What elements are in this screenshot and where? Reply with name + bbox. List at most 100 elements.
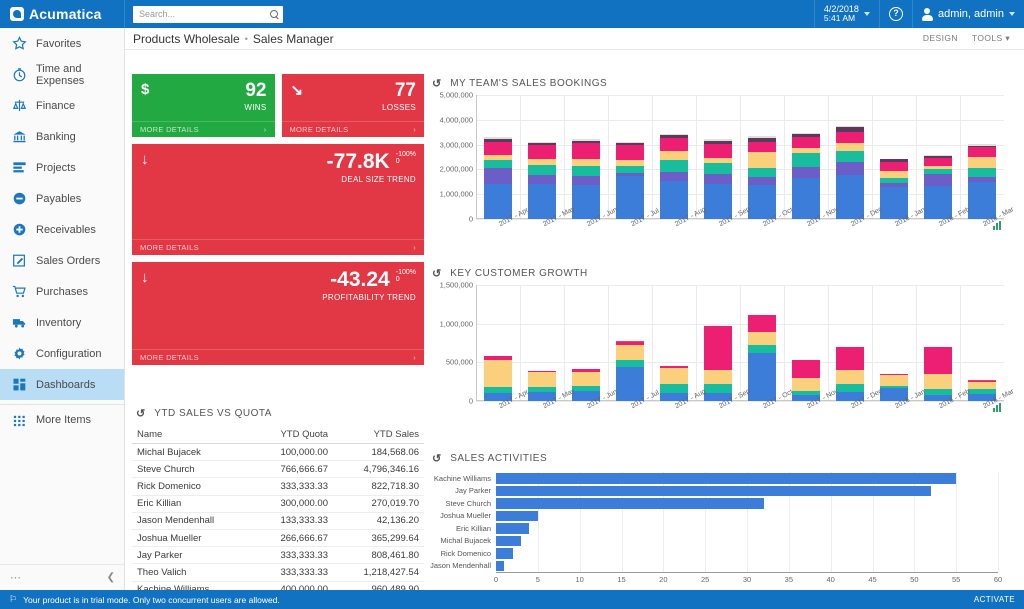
bar-segment[interactable] xyxy=(880,171,908,178)
bar-segment[interactable] xyxy=(748,168,776,176)
kpi-more-details[interactable]: MORE DETAILS › xyxy=(282,121,425,137)
bar-segment[interactable] xyxy=(792,178,820,219)
bar-segment[interactable] xyxy=(748,177,776,185)
bar-segment[interactable] xyxy=(572,159,600,166)
sidebar-item-time-and-expenses[interactable]: Time and Expenses xyxy=(0,59,124,90)
stacked-bar[interactable] xyxy=(528,142,556,219)
stacked-bar[interactable] xyxy=(616,341,644,401)
bar-segment[interactable] xyxy=(616,367,644,401)
stacked-bar[interactable] xyxy=(836,126,864,219)
stacked-bar[interactable] xyxy=(880,159,908,220)
bar-segment[interactable] xyxy=(660,368,688,385)
stacked-bar[interactable] xyxy=(572,369,600,401)
bar-segment[interactable] xyxy=(924,374,952,389)
bar-segment[interactable] xyxy=(836,132,864,144)
bar[interactable] xyxy=(496,498,764,509)
bar-segment[interactable] xyxy=(748,345,776,353)
bar-segment[interactable] xyxy=(484,160,512,168)
stacked-bar[interactable] xyxy=(792,132,820,219)
bar-segment[interactable] xyxy=(484,360,512,387)
bar-segment[interactable] xyxy=(616,145,644,160)
bar-segment[interactable] xyxy=(792,137,820,147)
bar-segment[interactable] xyxy=(748,185,776,219)
bar[interactable] xyxy=(496,548,513,559)
bar[interactable] xyxy=(496,523,529,534)
sidebar-item-dashboards[interactable]: Dashboards xyxy=(0,369,124,400)
bar-segment[interactable] xyxy=(704,370,732,384)
bar-segment[interactable] xyxy=(924,347,952,374)
refresh-icon[interactable]: ↻ xyxy=(432,452,441,465)
bar-segment[interactable] xyxy=(616,166,644,173)
bar-segment[interactable] xyxy=(660,151,688,159)
bar-segment[interactable] xyxy=(528,145,556,159)
bar-segment[interactable] xyxy=(572,143,600,159)
stacked-bar[interactable] xyxy=(484,356,512,401)
bar-segment[interactable] xyxy=(968,168,996,176)
table-row[interactable]: Jason Mendenhall133,333.3342,136.20 xyxy=(132,512,424,529)
stacked-bar[interactable] xyxy=(968,144,996,219)
bar-segment[interactable] xyxy=(660,172,688,181)
breadcrumb-current[interactable]: Sales Manager xyxy=(253,32,334,46)
bar-segment[interactable] xyxy=(572,166,600,176)
chevron-down-icon[interactable] xyxy=(1009,12,1015,16)
bar-segment[interactable] xyxy=(704,144,732,158)
sidebar-item-configuration[interactable]: Configuration xyxy=(0,338,124,369)
stacked-bar[interactable] xyxy=(836,347,864,401)
bar-segment[interactable] xyxy=(968,182,996,219)
stacked-bar[interactable] xyxy=(748,136,776,219)
sidebar-item-purchases[interactable]: Purchases xyxy=(0,276,124,307)
bar-segment[interactable] xyxy=(836,370,864,384)
kpi-tile-deal-size-trend[interactable]: ↓ -77.8K -100% 0 DEAL SIZE TREND MORE DE… xyxy=(132,144,424,255)
bar-segment[interactable] xyxy=(572,176,600,185)
sidebar-item-projects[interactable]: Projects xyxy=(0,152,124,183)
sidebar-item-inventory[interactable]: Inventory xyxy=(0,307,124,338)
bar[interactable] xyxy=(496,561,504,572)
chart-type-icon[interactable] xyxy=(993,221,1002,230)
table-row[interactable]: Theo Valich333,333.331,218,427.54 xyxy=(132,564,424,581)
kpi-more-details[interactable]: MORE DETAILS › xyxy=(132,239,424,255)
bar-segment[interactable] xyxy=(484,142,512,155)
bar[interactable] xyxy=(496,511,538,522)
bar[interactable] xyxy=(496,473,956,484)
bar-segment[interactable] xyxy=(968,382,996,389)
column-header[interactable]: YTD Quota xyxy=(253,426,333,444)
chart-plot-area[interactable]: 0500,0001,000,0001,500,0002017 - Apr2017… xyxy=(476,285,1004,401)
bar-segment[interactable] xyxy=(704,163,732,174)
bar-segment[interactable] xyxy=(704,174,732,185)
sidebar-item-favorites[interactable]: Favorites xyxy=(0,28,124,59)
table-row[interactable]: Michal Bujacek100,000.00184,568.06 xyxy=(132,444,424,461)
bar-segment[interactable] xyxy=(616,360,644,368)
bar-segment[interactable] xyxy=(924,174,952,186)
bar-segment[interactable] xyxy=(748,142,776,152)
stacked-bar[interactable] xyxy=(572,139,600,219)
bar-segment[interactable] xyxy=(572,185,600,219)
bar[interactable] xyxy=(496,536,521,547)
bar-segment[interactable] xyxy=(704,326,732,370)
bar-segment[interactable] xyxy=(836,175,864,219)
bar-segment[interactable] xyxy=(704,184,732,219)
bar-segment[interactable] xyxy=(704,384,732,393)
bar-segment[interactable] xyxy=(792,153,820,167)
chart-plot-area[interactable]: Kachine WilliamsJay ParkerSteve ChurchJo… xyxy=(428,472,998,586)
search-icon[interactable] xyxy=(270,10,279,19)
bar-segment[interactable] xyxy=(836,151,864,162)
bar-segment[interactable] xyxy=(748,315,776,332)
table-row[interactable]: Eric Killian300,000.00270,019.70 xyxy=(132,495,424,512)
table-row[interactable]: Rick Domenico333,333.33822,718.30 xyxy=(132,478,424,495)
bar-segment[interactable] xyxy=(616,345,644,359)
table-row[interactable]: Joshua Mueller266,666.67365,299.64 xyxy=(132,529,424,546)
bar-segment[interactable] xyxy=(748,152,776,169)
bar-segment[interactable] xyxy=(572,372,600,386)
stacked-bar[interactable] xyxy=(484,137,512,219)
bar-segment[interactable] xyxy=(616,176,644,219)
refresh-icon[interactable]: ↻ xyxy=(432,77,441,90)
help-icon[interactable]: ? xyxy=(889,7,903,21)
stacked-bar[interactable] xyxy=(660,366,688,401)
kpi-more-details[interactable]: MORE DETAILS › xyxy=(132,121,275,137)
search-box[interactable] xyxy=(133,6,283,23)
tools-menu[interactable]: TOOLS ▾ xyxy=(972,33,1010,44)
refresh-icon[interactable]: ↻ xyxy=(136,407,145,420)
bar-segment[interactable] xyxy=(792,167,820,177)
bar-segment[interactable] xyxy=(968,157,996,168)
stacked-bar[interactable] xyxy=(924,155,952,219)
